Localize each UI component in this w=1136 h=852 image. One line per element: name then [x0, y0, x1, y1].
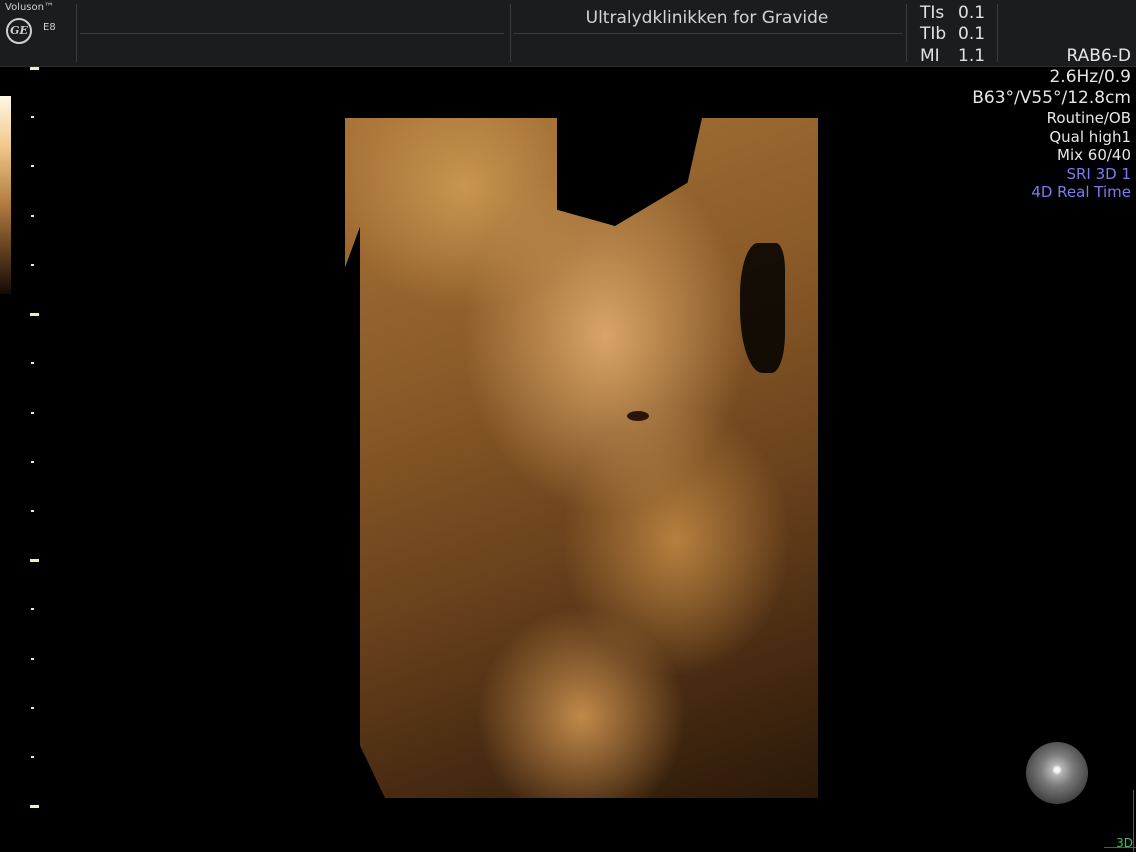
depth-tick: [31, 461, 34, 463]
depth-tick: [31, 608, 34, 610]
tis-index: TIs 0.1: [920, 3, 985, 23]
header-bar: Voluson™ GE E8 Ultralydklinikken for Gra…: [0, 0, 1136, 67]
quality-label: Qual high1: [1049, 127, 1131, 146]
acquisition-params: RAB6-D 2.6Hz/0.9 B63°/V55°/12.8cm Routin…: [972, 46, 1131, 202]
corner-line: [1133, 790, 1134, 852]
depth-tick: [30, 67, 39, 70]
depth-tick: [31, 362, 34, 364]
depth-tick: [31, 264, 34, 266]
header-divider: [510, 4, 511, 62]
probe-label: RAB6-D: [1066, 46, 1131, 66]
clinic-name: Ultralydklinikken for Gravide: [585, 8, 829, 28]
color-map-bar: [0, 96, 11, 294]
depth-tick: [31, 412, 34, 414]
depth-tick: [31, 658, 34, 660]
header-divider: [76, 4, 77, 62]
frequency-label: 2.6Hz/0.9: [1049, 67, 1131, 87]
model-label: E8: [43, 22, 56, 33]
depth-tick: [31, 756, 34, 758]
mix-label: Mix 60/40: [1057, 146, 1131, 165]
depth-tick: [31, 215, 34, 217]
header-divider: [906, 4, 907, 62]
volume-gap: [740, 243, 785, 373]
depth-tick: [30, 559, 39, 562]
preset-label: Routine/OB: [1046, 109, 1131, 127]
mode-label: 4D Real Time: [1031, 183, 1131, 202]
angle-depth-label: B63°/V55°/12.8cm: [972, 88, 1131, 108]
depth-tick: [30, 313, 39, 316]
tib-label: TIb: [920, 24, 947, 44]
depth-tick: [31, 116, 34, 118]
render-mode-label: 3D: [1116, 836, 1133, 850]
volume-gap: [557, 118, 702, 226]
brand-name: Voluson™: [5, 2, 54, 13]
header-rule: [514, 33, 902, 34]
tib-value: 0.1: [958, 24, 986, 44]
header-rule: [80, 33, 504, 34]
depth-tick: [31, 165, 34, 167]
tis-label: TIs: [920, 3, 945, 23]
mi-label: MI: [920, 46, 940, 66]
render-volume: [345, 118, 818, 798]
tib-index: TIb 0.1: [920, 24, 985, 44]
depth-tick: [31, 510, 34, 512]
ge-logo-icon: GE: [6, 18, 32, 44]
sri-label: SRI 3D 1: [1066, 164, 1131, 183]
fetal-eye: [627, 411, 649, 421]
volume-edge-shadow: [345, 226, 360, 798]
orientation-sphere-icon[interactable]: [1026, 742, 1088, 804]
brand-area: Voluson™ GE E8: [0, 0, 76, 66]
volume-edge-shadow: [345, 714, 385, 798]
depth-tick: [31, 707, 34, 709]
depth-tick: [30, 805, 39, 808]
tis-value: 0.1: [958, 3, 986, 23]
